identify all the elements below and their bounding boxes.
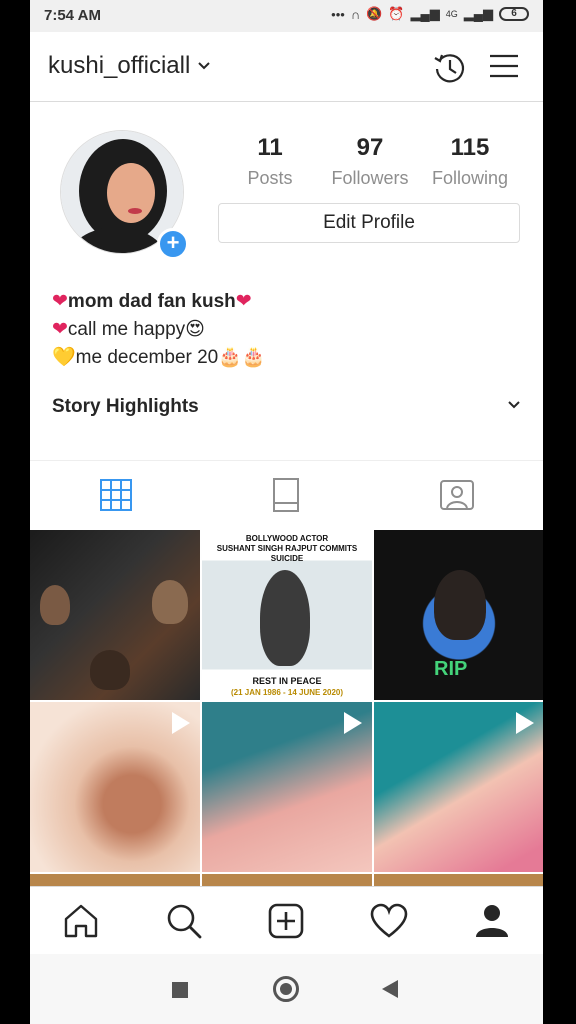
- stat-posts[interactable]: 11 Posts: [220, 134, 320, 189]
- following-count: 115: [450, 134, 490, 161]
- stat-followers[interactable]: 97 Followers: [320, 134, 420, 189]
- profile-header: kushi_officiall: [30, 32, 543, 102]
- alarm-icon: ⏰: [388, 6, 405, 21]
- followers-count: 97: [356, 134, 384, 161]
- recent-apps-icon[interactable]: [172, 982, 188, 998]
- followers-label: Followers: [331, 168, 409, 188]
- bio-line-3-text: me december 20: [75, 347, 219, 368]
- post-tile[interactable]: [202, 702, 372, 872]
- heart-icon: ❤: [52, 291, 68, 312]
- rip-label: RIP: [434, 658, 468, 680]
- following-label: Following: [431, 168, 509, 188]
- home-icon[interactable]: [61, 901, 101, 941]
- home-button-icon[interactable]: [273, 976, 299, 1002]
- feed-view-icon[interactable]: [266, 475, 306, 515]
- video-play-icon: [516, 712, 534, 734]
- video-play-icon: [172, 712, 190, 734]
- account-switcher[interactable]: kushi_officiall: [48, 52, 211, 80]
- bottom-navigation: [30, 886, 543, 954]
- tagged-photos-icon[interactable]: [437, 475, 477, 515]
- heart-icon: ❤: [235, 291, 252, 312]
- search-icon[interactable]: [164, 901, 204, 941]
- status-time: 7:54 AM: [44, 7, 101, 24]
- bio-line-2: ❤call me happy😍: [52, 316, 266, 344]
- post-grid: BOLLYWOOD ACTOR SUSHANT SINGH RAJPUT COM…: [30, 530, 543, 890]
- heart-eyes-icon: 😍: [185, 319, 205, 340]
- yellow-heart-icon: 💛: [52, 347, 76, 368]
- signal-icon: ▂▄▆: [410, 6, 440, 21]
- post-tile[interactable]: RIP: [374, 530, 543, 700]
- post-caption-top: BOLLYWOOD ACTOR SUSHANT SINGH RAJPUT COM…: [216, 534, 358, 563]
- edit-profile-button[interactable]: Edit Profile: [218, 203, 520, 243]
- post-tile[interactable]: BOLLYWOOD ACTOR SUSHANT SINGH RAJPUT COM…: [202, 530, 372, 700]
- cake-icon: 🎂🎂: [218, 347, 266, 368]
- add-story-button[interactable]: +: [157, 228, 189, 260]
- headphones-icon: ∩: [350, 6, 361, 22]
- bio-line-2-text: call me happy: [67, 319, 186, 340]
- status-icons: ••• ∩ 🔕 ⏰ ▂▄▆ 4G ▂▄▆ 6: [331, 6, 529, 22]
- profile-stats: 11 Posts 97 Followers 115 Following: [220, 134, 520, 189]
- username-label: kushi_officiall: [48, 52, 191, 79]
- posts-count: 11: [257, 134, 283, 161]
- instagram-profile-screen: 7:54 AM ••• ∩ 🔕 ⏰ ▂▄▆ 4G ▂▄▆ 6 kushi_off…: [30, 0, 543, 1024]
- heart-icon: ❤: [52, 319, 68, 340]
- bio-line-1-text: mom dad fan kush: [67, 291, 236, 312]
- network-label: 4G: [445, 9, 458, 19]
- mute-icon: 🔕: [366, 6, 383, 21]
- story-highlights-toggle[interactable]: Story Highlights: [52, 396, 522, 418]
- back-icon[interactable]: [382, 980, 398, 998]
- menu-icon[interactable]: [488, 52, 520, 80]
- bio-line-3: 💛me december 20🎂🎂: [52, 344, 266, 372]
- post-image-face: [40, 585, 70, 625]
- profile-tabs: [30, 460, 543, 530]
- battery-icon: 6: [499, 7, 529, 21]
- post-image-face: [152, 580, 188, 624]
- system-navigation-bar: [30, 954, 543, 1024]
- post-image-person: [260, 570, 310, 666]
- bio-line-1: ❤mom dad fan kush❤: [52, 288, 266, 316]
- dots-icon: •••: [331, 6, 345, 22]
- history-icon[interactable]: [432, 50, 468, 86]
- signal-icon-2: ▂▄▆: [463, 6, 493, 21]
- chevron-down-icon: [508, 401, 520, 409]
- profile-bio: ❤mom dad fan kush❤ ❤call me happy😍 💛me d…: [52, 288, 266, 372]
- profile-icon[interactable]: [472, 901, 512, 941]
- post-tile[interactable]: [374, 702, 543, 872]
- status-bar: 7:54 AM ••• ∩ 🔕 ⏰ ▂▄▆ 4G ▂▄▆ 6: [30, 0, 543, 32]
- activity-heart-icon[interactable]: [369, 901, 409, 941]
- post-image-person: [434, 570, 486, 640]
- chevron-down-icon: [198, 62, 211, 70]
- grid-view-icon[interactable]: [96, 475, 136, 515]
- story-highlights-label: Story Highlights: [52, 396, 199, 417]
- post-tile[interactable]: [30, 530, 200, 700]
- posts-label: Posts: [247, 168, 293, 188]
- new-post-icon[interactable]: [266, 901, 306, 941]
- post-tile[interactable]: [30, 702, 200, 872]
- video-play-icon: [344, 712, 362, 734]
- post-caption-date: (21 JAN 1986 - 14 JUNE 2020): [230, 688, 344, 697]
- stat-following[interactable]: 115 Following: [420, 134, 520, 189]
- post-image-face: [90, 650, 130, 690]
- post-caption-bottom: REST IN PEACE: [252, 676, 322, 686]
